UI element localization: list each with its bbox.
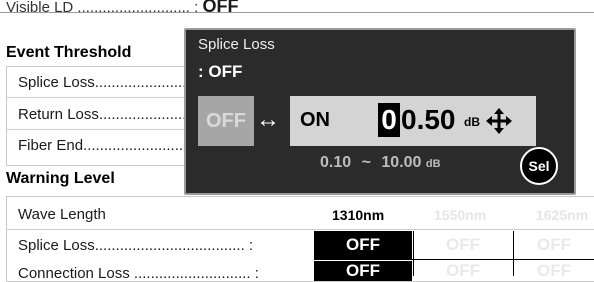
event-threshold-heading: Event Threshold: [6, 44, 132, 61]
visible-ld-value: OFF: [202, 0, 239, 16]
value-range: 0.10 ~ 10.00 dB: [320, 154, 441, 172]
splice-loss-warning-label: Splice Loss.............................…: [18, 237, 254, 254]
select-button[interactable]: Sel: [520, 147, 558, 185]
range-max: 10.00: [381, 154, 422, 171]
splice-loss-popup: Splice Loss : OFF OFF ↔ ON 0 0.50 dB 0.1…: [184, 28, 576, 195]
connection-loss-warning-label: Connection Loss ........................…: [18, 265, 259, 282]
splice-loss-1310-cell[interactable]: OFF: [314, 231, 412, 259]
return-loss-threshold-row[interactable]: Return Loss.........................: [18, 106, 203, 123]
fiber-end-threshold-row[interactable]: Fiber End...........................: [18, 137, 196, 154]
cursor-digit[interactable]: 0: [378, 103, 400, 137]
top-divider: [0, 12, 594, 13]
splice-loss-1625-cell[interactable]: OFF: [514, 231, 594, 259]
range-separator: ~: [361, 154, 371, 171]
row-divider: [6, 229, 594, 230]
splice-loss-threshold-row[interactable]: Splice Loss.........................: [18, 74, 199, 91]
connection-loss-1625-cell[interactable]: OFF: [514, 261, 594, 281]
connection-loss-1550-cell[interactable]: OFF: [414, 261, 512, 281]
visible-ld-label: Visible LD ........................... :: [6, 0, 199, 16]
popup-title: Splice Loss: [198, 36, 275, 53]
move-cursor-icon: [486, 108, 512, 134]
connection-loss-1310-cell[interactable]: OFF: [314, 261, 412, 281]
value-unit: dB: [464, 115, 480, 129]
on-value-panel[interactable]: ON 0 0.50 dB: [290, 96, 536, 146]
splice-loss-1550-cell[interactable]: OFF: [414, 231, 512, 259]
row-divider: [314, 259, 594, 260]
range-unit: dB: [425, 158, 441, 170]
on-label: ON: [300, 109, 330, 131]
off-button[interactable]: OFF: [198, 96, 254, 146]
row-divider: [6, 97, 196, 98]
popup-status: : OFF: [198, 62, 243, 81]
range-min: 0.10: [320, 154, 352, 171]
toggle-arrow-icon: ↔: [256, 106, 280, 133]
visible-ld-row: Visible LD ........................... :…: [6, 0, 238, 17]
col-1625nm: 1625nm: [536, 207, 589, 223]
col-1310nm: 1310nm: [332, 207, 385, 223]
wave-length-label: Wave Length: [18, 206, 106, 223]
warning-level-heading: Warning Level: [6, 170, 115, 187]
value-digits: 0.50: [401, 104, 456, 135]
row-divider: [6, 129, 196, 130]
col-1550nm: 1550nm: [434, 207, 487, 223]
